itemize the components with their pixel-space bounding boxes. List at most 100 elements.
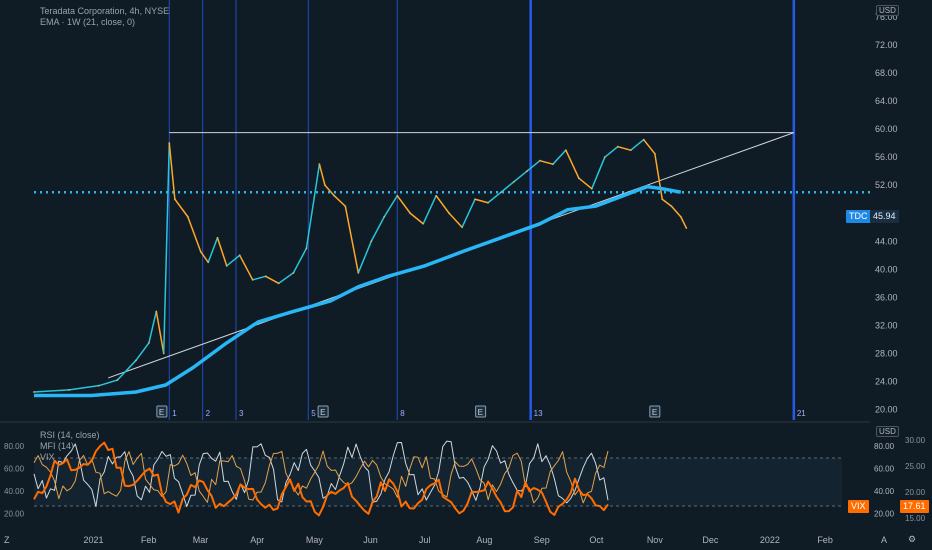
- time-tick-6: Jul: [419, 535, 431, 545]
- price-point-3: [116, 379, 119, 381]
- price-point-43: [590, 187, 593, 190]
- indicator-currency-badge[interactable]: USD: [876, 426, 899, 437]
- time-tick-2: Mar: [193, 535, 209, 545]
- time-tick-13: Feb: [817, 535, 833, 545]
- price-tick-9: 56.00: [875, 152, 898, 162]
- price-tick-10: 60.00: [875, 124, 898, 134]
- price-point-27: [383, 215, 386, 218]
- time-tick-0: 2021: [83, 535, 103, 545]
- time-tick-8: Sep: [534, 535, 550, 545]
- rsi-legend: RSI (14, close): [40, 430, 100, 440]
- vix-label: VIX: [851, 501, 866, 511]
- indicator-legend: RSI (14, close) MFI (14) VIX: [40, 430, 100, 463]
- timezone-icon[interactable]: Z: [4, 535, 10, 545]
- indicator-right-tick-0: 20.00: [874, 509, 895, 518]
- price-tick-13: 72.00: [875, 40, 898, 50]
- ticker-label: TDC: [849, 211, 868, 221]
- price-tick-3: 32.00: [875, 320, 898, 330]
- indicator-left-tick-0: 20.00: [4, 509, 25, 518]
- indicator-left-tick-1: 40.00: [4, 487, 25, 496]
- vix-legend: VIX: [40, 452, 55, 462]
- price-tick-4: 36.00: [875, 292, 898, 302]
- earnings-marker-label-7: E: [478, 408, 483, 417]
- price-point-48: [653, 152, 656, 155]
- earnings-marker-label-9: E: [652, 408, 657, 417]
- count-marker-label-10: 21: [797, 409, 806, 418]
- price-point-38: [526, 170, 528, 173]
- price-point-32: [448, 212, 451, 215]
- price-point-37: [513, 180, 515, 183]
- price-point-16: [251, 278, 254, 281]
- price-point-0: [33, 391, 35, 393]
- indicator-left-tick-2: 60.00: [4, 464, 25, 473]
- vix-value: 17.61: [903, 501, 926, 511]
- price-point-9: [173, 198, 176, 201]
- time-tick-4: May: [306, 535, 324, 545]
- price-point-21: [318, 163, 321, 166]
- price-point-26: [370, 240, 373, 243]
- price-point-23: [333, 194, 336, 197]
- price-point-2: [97, 384, 100, 387]
- vix-axis-tick-0: 15.00: [905, 514, 926, 523]
- price-point-42: [577, 177, 580, 180]
- price-point-20: [305, 247, 308, 250]
- chart-title: Teradata Corporation, 4h, NYSE: [40, 6, 170, 16]
- price-point-35: [487, 201, 489, 204]
- price-point-30: [422, 222, 425, 225]
- count-marker-label-1: 1: [172, 409, 177, 418]
- price-point-22: [324, 184, 326, 187]
- vix-tag-label: VIX: [848, 500, 869, 513]
- price-point-33: [461, 226, 463, 229]
- price-point-1: [68, 388, 71, 391]
- time-tick-5: Jun: [363, 535, 378, 545]
- indicator-left-tick-3: 80.00: [4, 442, 25, 451]
- price-point-46: [629, 149, 632, 152]
- count-marker-label-6: 8: [400, 409, 405, 418]
- price-point-19: [292, 271, 295, 274]
- price-point-7: [162, 352, 165, 355]
- price-point-39: [539, 159, 541, 162]
- vix-tag-value: 17.61: [900, 500, 929, 513]
- currency-badge[interactable]: USD: [876, 5, 899, 16]
- earnings-marker-label-5: E: [320, 408, 325, 417]
- chart-canvas[interactable]: E 1 2 3 5 E 8 E 13 E 21 20.0040.0060.0080.0020.004…: [0, 0, 932, 550]
- time-tick-10: Nov: [647, 535, 664, 545]
- indicator-right-tick-2: 60.00: [874, 464, 895, 473]
- price-point-8: [168, 142, 171, 145]
- price-point-44: [603, 156, 606, 159]
- price-point-12: [207, 261, 210, 264]
- price-point-50: [670, 205, 673, 208]
- price-point-14: [225, 264, 228, 267]
- price-point-41: [564, 149, 567, 152]
- time-tick-7: Aug: [476, 535, 492, 545]
- price-point-29: [409, 212, 412, 215]
- auto-scale-icon[interactable]: A: [881, 535, 887, 545]
- price-point-6: [155, 310, 158, 313]
- price-point-18: [277, 282, 280, 285]
- price-tick-0: 20.00: [875, 404, 898, 414]
- price-tick-8: 52.00: [875, 180, 898, 190]
- price-point-11: [199, 250, 202, 253]
- indicator-right-tick-1: 40.00: [874, 487, 895, 496]
- ticker-price-tag: TDC: [846, 210, 871, 223]
- indicator-right-tick-3: 80.00: [874, 442, 895, 451]
- price-point-34: [474, 198, 476, 201]
- price-point-51: [679, 215, 682, 218]
- mfi-legend: MFI (14): [40, 441, 75, 451]
- price-point-47: [642, 138, 645, 141]
- price-point-31: [435, 194, 438, 197]
- price-tick-5: 40.00: [875, 264, 898, 274]
- ticker-value: 45.94: [873, 211, 896, 221]
- count-marker-label-3: 3: [239, 409, 244, 418]
- ticker-price-value-tag: 45.94: [870, 210, 899, 223]
- settings-gear-icon[interactable]: ⚙: [908, 534, 916, 545]
- count-marker-label-4: 5: [311, 409, 316, 418]
- price-point-10: [186, 215, 189, 218]
- price-point-17: [264, 275, 267, 278]
- ema-legend: EMA · 1W (21, close, 0): [40, 17, 136, 27]
- price-tick-1: 24.00: [875, 376, 898, 386]
- main-legend: Teradata Corporation, 4h, NYSE EMA · 1W …: [40, 6, 169, 28]
- price-point-40: [551, 163, 554, 166]
- price-point-13: [216, 236, 219, 239]
- vix-axis-tick-1: 20.00: [905, 488, 926, 497]
